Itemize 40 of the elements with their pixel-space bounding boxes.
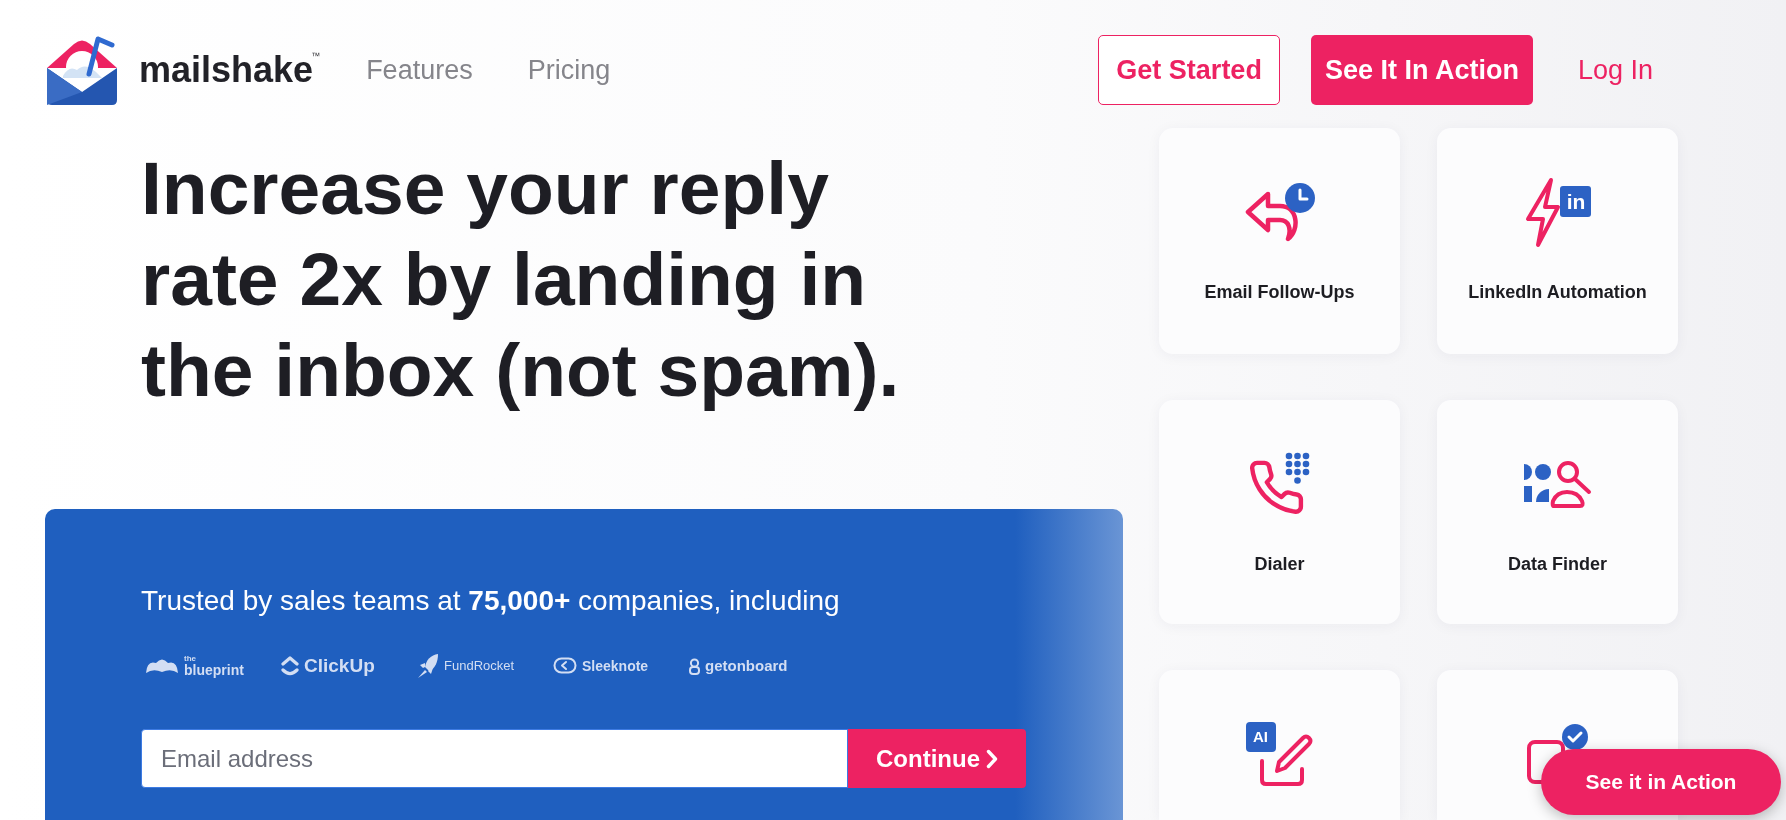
speech-bubble-icon	[553, 657, 577, 675]
rocket-icon	[417, 653, 439, 679]
get-started-button[interactable]: Get Started	[1098, 35, 1280, 105]
company-name: ClickUp	[304, 655, 375, 677]
feature-label: Dialer	[1254, 553, 1305, 576]
chevron-arc-icon	[281, 655, 299, 677]
company-name: getonboard	[705, 657, 788, 675]
feature-card[interactable]: Email Follow-Ups	[1159, 128, 1400, 354]
stacked-rings-icon	[689, 657, 700, 675]
demo-button[interactable]: See It In Action	[1310, 35, 1533, 105]
email-field[interactable]: Email address	[141, 729, 848, 788]
company-name-prefix: the	[184, 654, 196, 663]
envelope-logo-icon[interactable]	[45, 34, 119, 106]
in-badge: in	[1559, 185, 1591, 217]
login-link[interactable]: Log In	[1577, 49, 1653, 91]
trademark-mark: ™	[311, 52, 321, 61]
phone-keypad-icon	[1249, 452, 1310, 516]
feature-label: LinkedIn Automation	[1468, 281, 1647, 304]
feature-card[interactable]: AI	[1159, 670, 1400, 820]
continue-button[interactable]: Continue	[848, 729, 1026, 788]
trust-text: Trusted by sales teams at 75,000+ companies, including	[141, 584, 840, 618]
feature-card[interactable]: Dialer	[1159, 400, 1400, 624]
company-name: Sleeknote	[582, 658, 649, 674]
feature-label: Email Follow-Ups	[1204, 281, 1355, 304]
company-name: blueprint	[184, 662, 244, 678]
nav-link[interactable]: Features	[366, 53, 473, 87]
nav-link[interactable]: Pricing	[527, 53, 611, 87]
floating-demo-overlay[interactable]: See it in Action	[1541, 749, 1781, 815]
hero-headline: Increase your reply rate 2x by landing in the inbox (not spam).	[141, 145, 901, 414]
company-name: FundRocket	[444, 658, 515, 674]
cloud-icon	[145, 657, 179, 675]
people-search-icon	[1523, 459, 1592, 509]
brand-wordmark: mailshake	[139, 50, 314, 90]
lightning-bolt-icon	[1524, 176, 1561, 248]
reply-arrow-clock-icon	[1243, 182, 1316, 242]
feature-label: Data Finder	[1508, 553, 1607, 576]
feature-card[interactable]: Data Finder	[1437, 400, 1678, 624]
ai-badge: AI	[1245, 722, 1276, 752]
feature-card[interactable]: in LinkedIn Automation	[1437, 128, 1678, 354]
chevron-right-icon	[986, 748, 998, 769]
